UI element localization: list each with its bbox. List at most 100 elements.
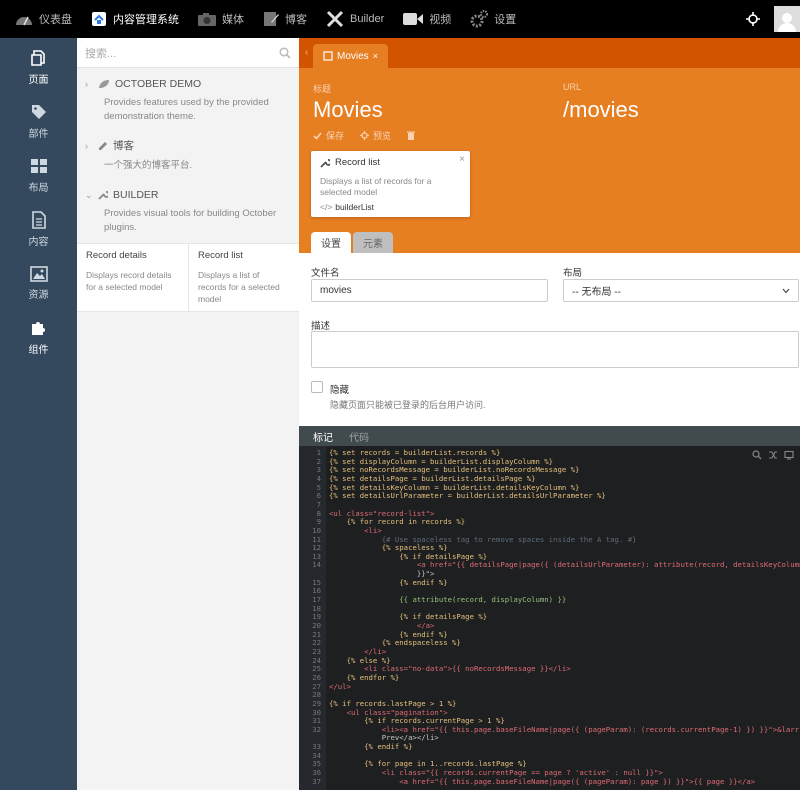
save-button[interactable]: 保存: [313, 129, 344, 142]
top-item-settings[interactable]: 设置: [460, 0, 525, 38]
components-panel: 搜索... › OCTOBER DEMO Provides features u…: [77, 38, 299, 790]
code-line: 18: [299, 604, 800, 613]
trash-icon[interactable]: [407, 131, 416, 140]
tab-elements[interactable]: 元素: [353, 232, 393, 253]
hidden-checkbox[interactable]: [311, 381, 323, 393]
top-item-media[interactable]: 媒体: [188, 0, 253, 38]
code-text: {% for record in records %}: [329, 517, 466, 527]
video-icon: [403, 13, 424, 25]
code-line: 24 {% else %}: [299, 656, 800, 665]
editor-toolbar: [752, 450, 794, 460]
search-input[interactable]: 搜索...: [85, 45, 116, 61]
top-item-blog[interactable]: 博客: [253, 0, 316, 38]
code-line: 9 {% for record in records %}: [299, 517, 800, 526]
chevron-down-icon: [782, 288, 790, 293]
tab-movies[interactable]: Movies ×: [313, 44, 388, 68]
chevron-down-icon: ⌄: [85, 189, 93, 200]
filename-input[interactable]: movies: [311, 279, 548, 302]
plugin-group-title: 博客: [113, 140, 134, 152]
top-item-builder[interactable]: Builder: [316, 0, 393, 38]
shuffle-icon[interactable]: [768, 450, 778, 460]
top-item-cms[interactable]: 内容管理系统: [81, 0, 188, 38]
plugin-group-builder[interactable]: ⌄ BUILDER Provides visual tools for buil…: [77, 173, 299, 235]
code-text: <ul class="pagination">: [329, 707, 448, 717]
line-number: 15: [312, 577, 321, 587]
line-number: 25: [312, 664, 321, 674]
code-text: {% set displayColumn = builderList.displ…: [329, 456, 554, 466]
plugin-group-blog[interactable]: › 博客 一个强大的博客平台.: [77, 124, 299, 173]
plugin-group-title: BUILDER: [113, 189, 159, 201]
nav-item-layouts[interactable]: 布局: [0, 148, 77, 202]
description-textarea[interactable]: [311, 331, 799, 368]
line-number: 14: [312, 560, 321, 570]
code-text: </li>: [329, 646, 387, 656]
page-header: ‹ Movies × 标题 Movies URL /movies 保存 预览 R…: [299, 38, 800, 253]
component-card-desc: Displays a list of records for a selecte…: [198, 270, 280, 304]
code-line: Prev</a></li>: [299, 733, 800, 742]
line-number: 28: [312, 690, 321, 700]
code-text: {% if records.lastPage > 1 %}: [329, 698, 457, 708]
layout-select[interactable]: -- 无布局 --: [563, 279, 799, 302]
wrench-icon: [98, 191, 108, 200]
nav-item-label: 页面: [28, 74, 49, 86]
plugin-group-october-demo[interactable]: › OCTOBER DEMO Provides features used by…: [77, 68, 299, 124]
top-item-label: 仪表盘: [39, 14, 72, 26]
tab-settings[interactable]: 设置: [311, 232, 351, 253]
tab-code[interactable]: 代码: [341, 426, 377, 446]
code-line: 32 <li><a href="{{ this.page.baseFileNam…: [299, 725, 800, 734]
tab-scroll-left-icon[interactable]: ‹: [305, 38, 313, 68]
nav-item-components[interactable]: 组件: [0, 310, 77, 364]
nav-item-partials[interactable]: 部件: [0, 94, 77, 148]
crosshair-icon[interactable]: [746, 12, 760, 26]
close-icon[interactable]: ×: [373, 51, 378, 61]
nav-item-assets[interactable]: 资源: [0, 256, 77, 310]
popup-desc: Displays a list of records for a selecte…: [320, 176, 432, 197]
avatar[interactable]: [774, 6, 800, 32]
line-number: 32: [312, 724, 321, 734]
line-number: 31: [312, 716, 321, 726]
line-number: 3: [316, 465, 321, 475]
search-icon[interactable]: [752, 450, 762, 460]
tab-markup[interactable]: 标记: [305, 426, 341, 446]
line-number: 1: [316, 448, 321, 457]
nav-item-pages[interactable]: 页面: [0, 40, 77, 94]
search-bar[interactable]: 搜索...: [77, 38, 299, 68]
code-line: 25 <li class="no-data">{{ noRecordsMessa…: [299, 664, 800, 673]
nav-item-content[interactable]: 内容: [0, 202, 77, 256]
line-number: 23: [312, 646, 321, 656]
popup-alias: </> builderList: [320, 202, 461, 212]
line-number: 2: [316, 456, 321, 466]
code-editor[interactable]: 1 {% set records = builderList.records %}…: [299, 446, 800, 790]
plugin-group-desc: Provides visual tools for building Octob…: [104, 208, 277, 233]
url-field[interactable]: /movies: [563, 97, 639, 123]
layout-value: -- 无布局 --: [572, 287, 621, 298]
close-icon[interactable]: ×: [459, 154, 465, 165]
code-text: {% set noRecordsMessage = builderList.no…: [329, 465, 580, 475]
tab-label: Movies: [337, 50, 369, 62]
code-text: {% endif %}: [329, 629, 448, 639]
line-number: 29: [312, 698, 321, 708]
component-card-record-list[interactable]: Record list Displays a list of records f…: [188, 244, 299, 311]
top-item-dashboard[interactable]: 仪表盘: [0, 0, 81, 38]
line-number: 37: [312, 776, 321, 786]
preview-button[interactable]: 预览: [360, 129, 391, 142]
line-number: 10: [312, 525, 321, 535]
left-nav: 页面 部件 布局 内容 资源 组件: [0, 38, 77, 790]
component-card-record-details[interactable]: Record details Displays record details f…: [77, 244, 188, 311]
pages-icon: [30, 49, 45, 66]
code-line: 15 {% endif %}: [299, 578, 800, 587]
component-popup-record-list[interactable]: Record list × Displays a list of records…: [311, 151, 470, 217]
tags-icon: [31, 104, 46, 119]
fullscreen-icon[interactable]: [784, 450, 794, 460]
line-number: 13: [312, 551, 321, 561]
title-field[interactable]: Movies: [313, 97, 383, 123]
code-text: <a href="{{ this.page.baseFileName|page(…: [329, 776, 756, 786]
line-number: 11: [312, 534, 321, 544]
code-line: 17 {{ attribute(record, displayColumn) }…: [299, 595, 800, 604]
popup-title: Record list: [335, 157, 380, 168]
code-text: {% endif %}: [329, 577, 448, 587]
preview-label: 预览: [373, 131, 392, 141]
top-item-video[interactable]: 视频: [393, 0, 460, 38]
code-text: <li class="{{ records.currentPage == pag…: [329, 768, 663, 778]
code-line: 21 {% endif %}: [299, 630, 800, 639]
